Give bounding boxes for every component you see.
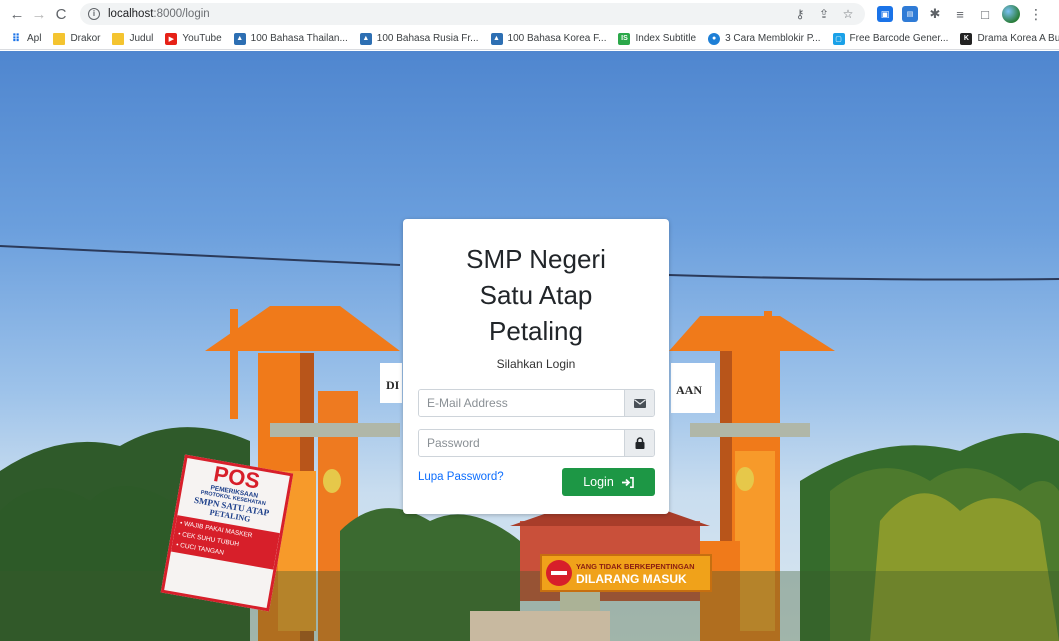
bookmark-youtube[interactable]: ▶ YouTube [165, 32, 222, 45]
extension-translate-icon[interactable]: ▣ [877, 6, 893, 22]
envelope-icon [624, 390, 654, 416]
bookmark-cara-memblokir[interactable]: ● 3 Cara Memblokir P... [708, 32, 821, 45]
barcode-icon: ▢ [832, 32, 845, 45]
key-icon[interactable]: ⚷ [793, 7, 807, 21]
image-icon: ▲ [490, 32, 503, 45]
bookmark-index-subtitle[interactable]: IS Index Subtitle [618, 32, 696, 45]
gate-right-text: AAN [676, 383, 702, 397]
reload-icon[interactable]: C [50, 3, 72, 25]
browser-toolbar: ← → C i localhost:8000/login ⚷ ⇪ ☆ ▣ ▤ ✱… [0, 0, 1059, 28]
bookmark-barcode[interactable]: ▢ Free Barcode Gener... [832, 32, 948, 45]
bookmark-drama-korea[interactable]: KDrama Korea A Busi... [960, 32, 1059, 45]
no-entry-icon [546, 560, 572, 586]
extensions-puzzle-icon[interactable]: ✱ [927, 6, 943, 22]
login-button[interactable]: Login [562, 468, 655, 496]
bookmark-apps[interactable]: ⠿ Apl [10, 33, 42, 45]
folder-icon [53, 32, 66, 45]
bookmark-bahasa-korea[interactable]: ▲ 100 Bahasa Korea F... [490, 32, 606, 45]
profile-avatar[interactable] [1002, 5, 1020, 23]
login-page-background: POS PEMERIKSAAN PROTOKOL KESEHATAN SMPN … [0, 51, 1059, 641]
sign-in-icon [621, 476, 634, 488]
lock-icon [624, 430, 654, 456]
reading-list-icon[interactable]: ≡ [952, 6, 968, 22]
globe-icon: ● [708, 32, 721, 45]
bookmark-bahasa-thailand[interactable]: ▲ 100 Bahasa Thailan... [233, 32, 348, 45]
login-card: SMP Negeri Satu Atap Petaling Silahkan L… [403, 219, 669, 514]
password-input[interactable] [419, 430, 624, 456]
email-field-group [418, 389, 655, 417]
extension-new-icon[interactable]: ▤ [902, 6, 918, 22]
image-icon: ▲ [359, 32, 372, 45]
bookmark-bahasa-rusia[interactable]: ▲ 100 Bahasa Rusia Fr... [359, 32, 479, 45]
side-panel-icon[interactable]: □ [977, 6, 993, 22]
menu-kebab-icon[interactable]: ⋮ [1029, 6, 1043, 23]
back-arrow-icon[interactable]: ← [6, 3, 28, 25]
forward-arrow-icon[interactable]: → [28, 3, 50, 25]
email-input[interactable] [419, 390, 624, 416]
k-icon: K [960, 32, 973, 45]
is-icon: IS [618, 32, 631, 45]
bookmark-drakor[interactable]: Drakor [53, 32, 100, 45]
address-bar[interactable]: i localhost:8000/login ⚷ ⇪ ☆ [80, 3, 865, 25]
apps-grid-icon: ⠿ [11, 33, 21, 45]
password-field-group [418, 429, 655, 457]
bookmark-judul[interactable]: Judul [112, 32, 153, 45]
warning-sign: YANG TIDAK BERKEPENTINGAN DILARANG MASUK [540, 554, 712, 592]
school-title: SMP Negeri Satu Atap Petaling [466, 244, 606, 346]
site-info-icon[interactable]: i [88, 8, 100, 20]
image-icon: ▲ [233, 32, 246, 45]
share-icon[interactable]: ⇪ [817, 7, 831, 21]
youtube-icon: ▶ [165, 32, 178, 45]
folder-icon [112, 32, 125, 45]
url-text: localhost:8000/login [108, 8, 210, 20]
login-subtitle: Silahkan Login [496, 357, 576, 371]
bookmark-star-icon[interactable]: ☆ [841, 7, 855, 21]
bookmarks-bar: ⠿ Apl Drakor Judul ▶ YouTube ▲ 100 Bahasa T… [0, 28, 1059, 50]
gate-left-text: DI [386, 378, 400, 392]
forgot-password-link[interactable]: Lupa Password? [418, 471, 504, 483]
